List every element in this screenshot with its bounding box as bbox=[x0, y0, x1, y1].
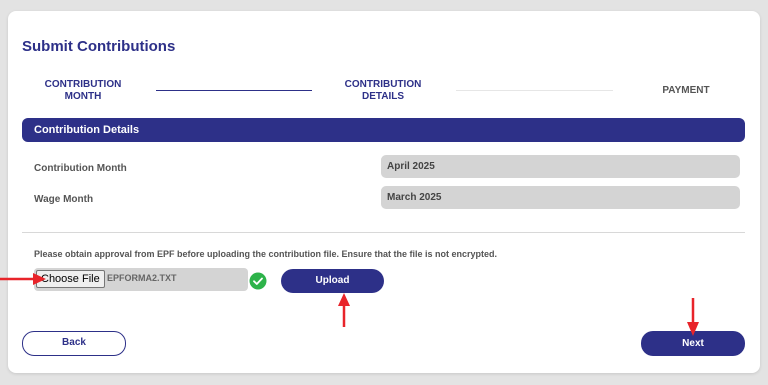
page-title: Submit Contributions bbox=[22, 38, 176, 55]
step-label: PAYMENT bbox=[662, 85, 710, 96]
contribution-month-label: Contribution Month bbox=[34, 163, 127, 174]
step-contribution-month: CONTRIBUTION MONTH bbox=[18, 79, 148, 103]
section-header: Contribution Details bbox=[22, 118, 745, 142]
step-connector-pending bbox=[456, 90, 613, 91]
wage-month-label: Wage Month bbox=[34, 194, 94, 205]
next-button[interactable]: Next bbox=[641, 331, 745, 356]
step-payment: PAYMENT bbox=[621, 85, 751, 97]
wage-month-field: March 2025 bbox=[381, 186, 740, 209]
check-circle-icon bbox=[249, 272, 267, 290]
upload-notice: Please obtain approval from EPF before u… bbox=[34, 249, 498, 259]
step-connector-completed bbox=[156, 90, 312, 91]
step-label: CONTRIBUTION DETAILS bbox=[344, 79, 422, 102]
upload-button[interactable]: Upload bbox=[281, 269, 384, 293]
step-label: CONTRIBUTION MONTH bbox=[44, 79, 122, 102]
divider bbox=[22, 232, 745, 233]
selected-file-name: EPFORMA2.TXT bbox=[107, 273, 177, 283]
choose-file-button[interactable]: Choose File bbox=[36, 270, 105, 288]
back-button[interactable]: Back bbox=[22, 331, 126, 356]
contribution-month-field: April 2025 bbox=[381, 155, 740, 178]
step-contribution-details: CONTRIBUTION DETAILS bbox=[318, 79, 448, 103]
